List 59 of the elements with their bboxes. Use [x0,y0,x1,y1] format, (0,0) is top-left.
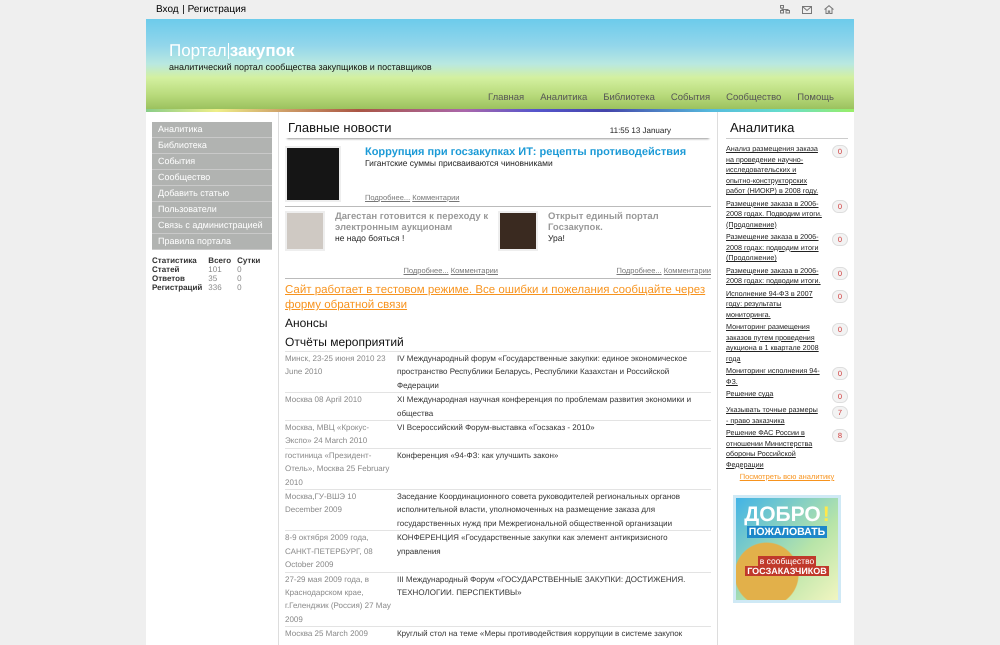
stats-value: 336 [208,283,238,292]
stats-header: Сутки [237,256,262,265]
stats-value: 0 [237,283,243,292]
event-date: 27-29 мая 2009 года, в Краснодарском крае, г.Геленджик (Россия) 27 May 2009 [285,574,392,626]
stats-value: 0 [237,265,266,274]
stats-value: 35 [208,274,238,283]
news-time: 11:55 13 January [610,126,671,135]
stats-value: 0 [237,274,243,283]
banner-text: ! [822,504,830,526]
section-title: Главные новости [288,120,392,135]
nav-link[interactable]: Сообщество [718,92,790,103]
event-link[interactable]: КОНФЕРЕНЦИЯ «Государственные закупки как элемент антикризисного управления [397,531,711,572]
event-link[interactable]: Круглый стол на теме «Меры противодействия коррупции в системе закупок [397,627,711,641]
event-link[interactable]: Заседание Координационного совета руководителей региональных органов исполнительной власти, уполномоченных на размещение заказа для государственных нужд при Межрегиональной общественной организации [397,490,711,530]
banner-text: ДОБРО [744,504,821,526]
welcome-banner[interactable]: ДОБРО! ПОЖАЛОВАТЬ в сообщество ГОСЗАКАЗЧИКОВ [733,495,841,603]
event-link[interactable]: VI Всероссийский Форум-выставка «Госзаказ - 2010» [397,421,711,448]
news-summary: Ура! [548,233,566,243]
stats-value: 101 [208,265,238,274]
event-date: Минск, 23-25 июня 2010 23 June 2010 [285,353,387,378]
news-title-link[interactable]: Открыт единый портал Госзакупок. [548,211,711,233]
event-link[interactable]: XI Международная научная конференция по проблемам развития экономики и общества [397,393,711,420]
event-date: Москва 25 March 2009 [285,628,369,640]
nav-link[interactable]: Аналитика [532,92,596,103]
photo-placeholder [285,146,341,202]
event-link[interactable]: IV Международный форум «Государственные закупки: единое экономическое пространство Республики Беларусь, Республики Казахстан и Российской Федерации [397,352,711,392]
event-link[interactable]: III Международный Форум «ГОСУДАРСТВЕННЫЕ ЗАКУПКИ: ДОСТИЖЕНИЯ. ТЕХНОЛОГИИ. ПЕРСПЕКТИВЫ» [397,572,711,626]
event-date: гостиница «Президент-Отель», Москва 25 February 2010 [285,450,390,489]
banner-text: ГОСЗАКАЗЧИКОВ [745,566,829,576]
stats-label: Регистраций [152,283,208,292]
section-title: Анонсы [285,315,329,332]
event-link[interactable]: Конференция «94-ФЗ: как улучшить закон» [397,448,711,490]
section-title: Отчёты мероприятий [285,334,405,351]
mail-icon[interactable] [802,6,812,14]
banner-text: ПОЖАЛОВАТЬ [746,526,828,538]
site-tagline: аналитический портал сообщества закупщиков и поставщиков [169,62,432,72]
nav-link[interactable]: Библиотека [595,92,663,103]
stats-label: Статей [152,265,208,274]
home-icon[interactable] [824,5,834,14]
stats-header: Всего [208,256,238,265]
login-link[interactable]: Вход [156,4,179,15]
nav-link[interactable]: Помощь [789,92,842,103]
news-summary: не надо бояться ! [335,233,406,243]
headline-link[interactable]: Коррупция при госзакупках ИТ: рецепты противодействия [365,146,711,158]
section-title: Аналитика [726,120,848,139]
photo-placeholder [285,211,325,251]
photo-placeholder [498,211,538,251]
event-date: Москва,ГУ-ВШЭ 10 December 2009 [285,491,358,516]
stats-label: Ответов [152,274,208,283]
nav-link[interactable]: Главная [480,92,532,103]
banner-text: в сообщество [758,556,816,566]
event-date: 8-9 октября 2009 года, САНКТ-ПЕТЕРБУРГ, 08 October 2009 [285,532,374,572]
news-summary: Гигантские суммы присваиваются чиновниками [365,158,554,168]
sitemap-icon[interactable] [780,5,790,14]
news-title-link[interactable]: Дагестан готовится к переходу к электронным аукционам [335,211,498,233]
nav-link[interactable]: События [662,92,718,103]
stats-header: Статистика [152,256,208,265]
event-date: Москва 08 April 2010 [285,394,363,406]
register-link[interactable]: Регистрация [188,4,246,15]
